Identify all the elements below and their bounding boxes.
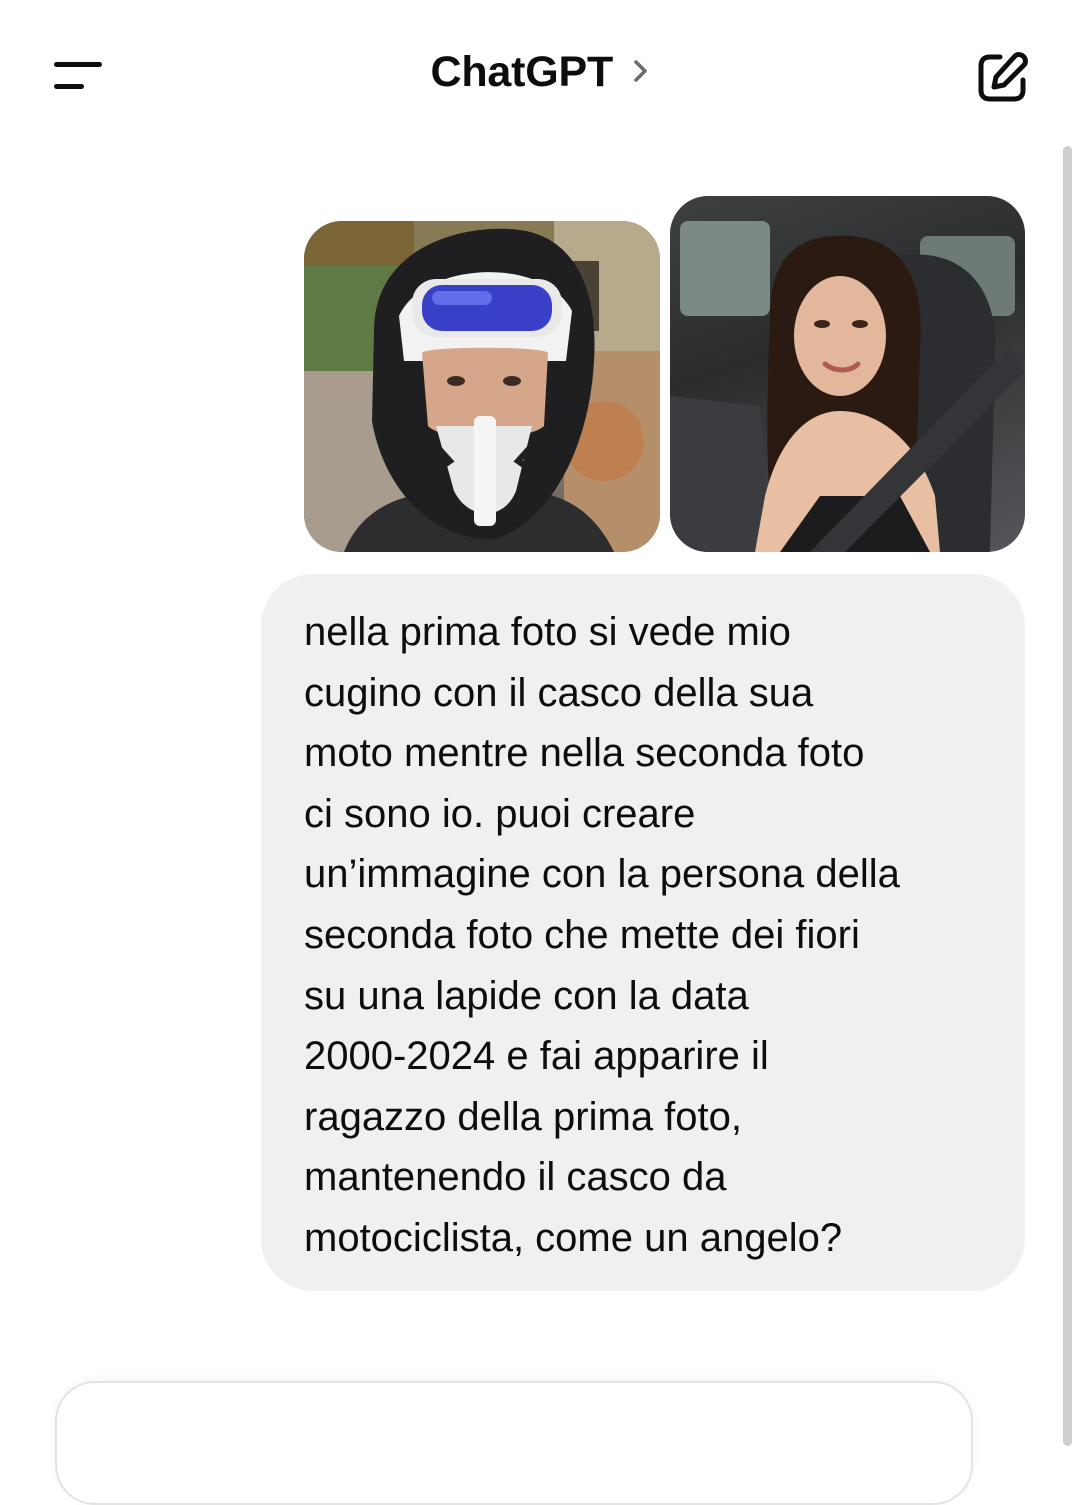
scrollbar[interactable]	[1063, 146, 1072, 1446]
attachment-photo-helmet[interactable]	[304, 221, 660, 552]
chevron-right-icon	[632, 56, 650, 91]
model-selector[interactable]: ChatGPT	[0, 48, 1080, 97]
top-bar: ChatGPT	[0, 0, 1080, 150]
new-chat-edit-icon[interactable]	[974, 50, 1030, 106]
message-composer[interactable]	[55, 1381, 973, 1505]
user-message-bubble: nella prima foto si vede mio cugino con …	[261, 574, 1025, 1291]
user-message-text: nella prima foto si vede mio cugino con …	[304, 610, 900, 1260]
app-title: ChatGPT	[430, 48, 614, 96]
attachment-photo-car[interactable]	[670, 196, 1025, 552]
